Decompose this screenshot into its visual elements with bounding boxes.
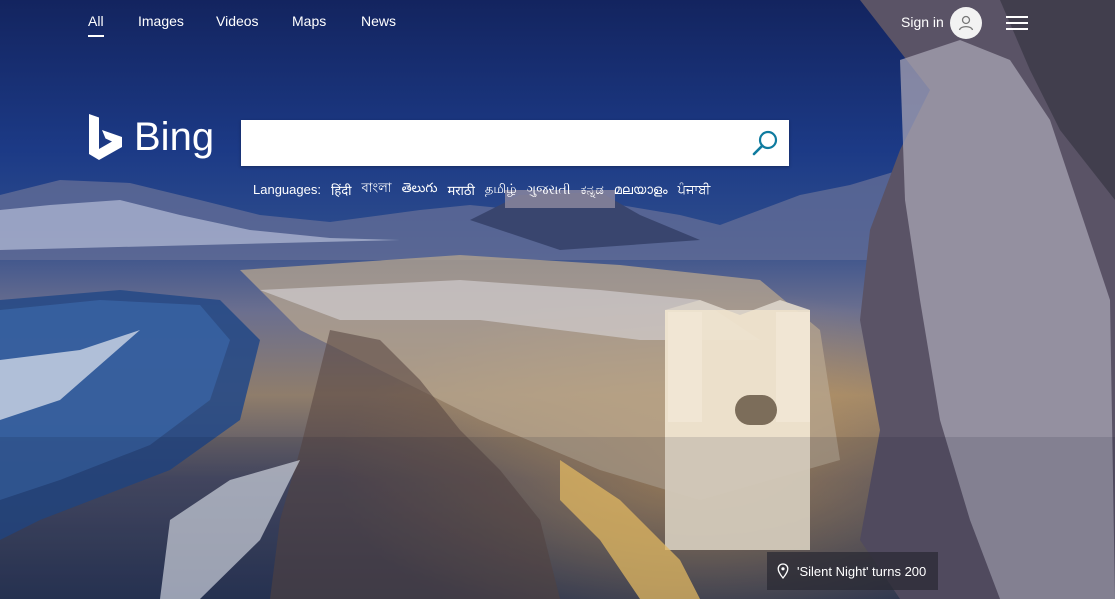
overlay-band [0,437,1115,599]
hamburger-menu-icon[interactable] [1006,12,1028,32]
language-links: Languages: हिंदी বাংলা తెలుగు मराठी தமிழ… [253,179,710,200]
language-link-kannada[interactable]: ಕನ್ನಡ [581,182,604,198]
nav-tab-images[interactable]: Images [138,13,184,29]
language-link-telugu[interactable]: తెలుగు [402,180,438,199]
language-link-gujarati[interactable]: ગુજરાતી [527,182,571,198]
avatar-button[interactable] [950,7,982,39]
caption-text: 'Silent Night' turns 200 [797,563,927,579]
nav-tab-all[interactable]: All [88,13,104,37]
image-caption-button[interactable]: 'Silent Night' turns 200 [767,552,939,590]
top-navigation: All Images Videos Maps News Sign in [0,0,1115,44]
nav-tab-maps[interactable]: Maps [292,13,326,29]
search-icon [752,130,778,156]
search-box [241,120,789,166]
languages-label: Languages: [253,182,321,197]
bing-b-icon [89,114,122,160]
language-link-tamil[interactable]: தமிழ் [485,181,517,198]
language-link-hindi[interactable]: हिंदी [331,181,352,199]
search-button[interactable] [747,126,783,160]
bing-logo[interactable]: Bing [87,112,214,162]
language-link-marathi[interactable]: मराठी [447,181,474,199]
language-link-bangla[interactable]: বাংলা [362,179,392,200]
sign-in-link[interactable]: Sign in [901,14,944,30]
user-icon [958,15,974,31]
nav-tab-videos[interactable]: Videos [216,13,259,29]
nav-tab-news[interactable]: News [361,13,396,29]
language-link-punjabi[interactable]: ਪੰਜਾਬੀ [678,182,711,198]
location-pin-icon [777,563,789,579]
logo-wordmark: Bing [134,114,215,159]
language-link-malayalam[interactable]: മലയാളം [614,182,668,198]
search-input[interactable] [241,120,765,166]
